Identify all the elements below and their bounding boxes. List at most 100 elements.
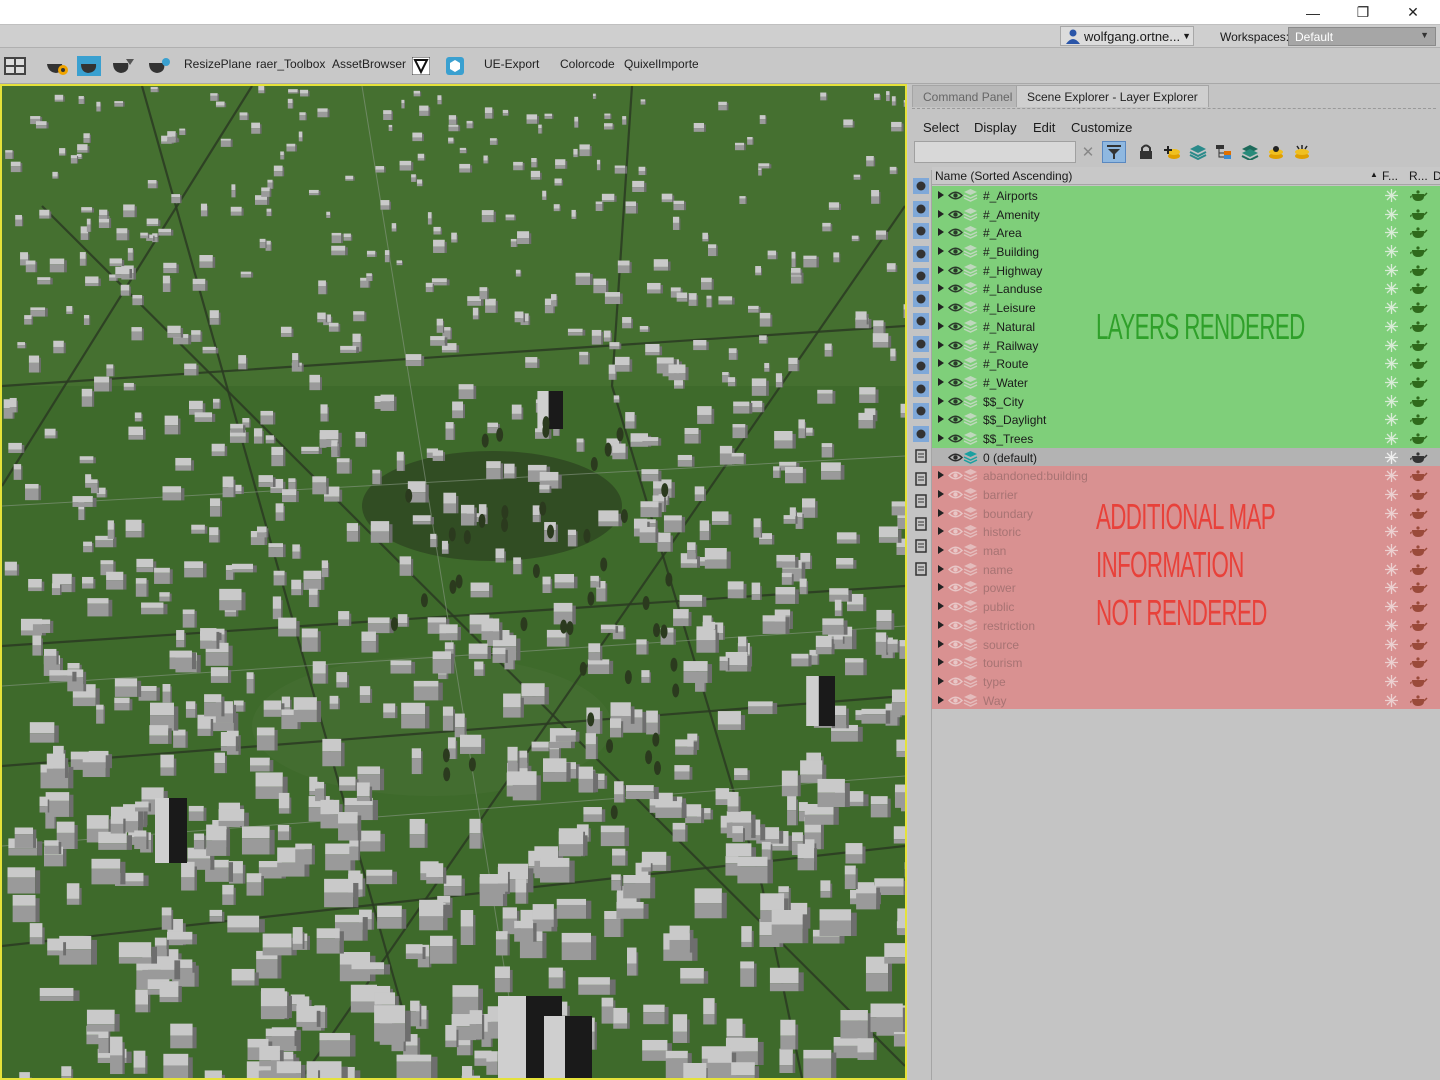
spacewarp-filter-icon[interactable] bbox=[913, 290, 929, 307]
column-display-header[interactable]: D bbox=[1433, 169, 1440, 183]
render-production-icon[interactable] bbox=[110, 54, 136, 78]
layer-name[interactable]: #_Highway bbox=[983, 264, 1042, 278]
layer-name[interactable]: #_Area bbox=[983, 226, 1022, 240]
expand-icon[interactable] bbox=[938, 508, 944, 517]
layer-row[interactable]: #_Water bbox=[932, 372, 1440, 392]
freeze-icon[interactable] bbox=[1385, 301, 1398, 315]
menu-customize[interactable]: Customize bbox=[1071, 120, 1132, 135]
expand-icon[interactable] bbox=[938, 284, 944, 293]
visibility-eye-icon[interactable] bbox=[947, 282, 964, 295]
tab-command-panel[interactable]: Command Panel bbox=[912, 85, 1024, 107]
sphere-filter-icon[interactable] bbox=[913, 178, 929, 194]
layer-row[interactable]: $$_Trees bbox=[932, 428, 1440, 448]
column-render-header[interactable]: R... bbox=[1409, 169, 1428, 183]
shape-filter-icon[interactable] bbox=[913, 200, 929, 217]
layer-name[interactable]: Way bbox=[983, 694, 1007, 708]
freeze-icon[interactable] bbox=[1385, 562, 1398, 576]
visibility-eye-icon[interactable] bbox=[947, 600, 964, 613]
render-teapot-icon[interactable] bbox=[1410, 413, 1428, 426]
layer-row[interactable]: source bbox=[932, 634, 1440, 654]
menu-display[interactable]: Display bbox=[974, 120, 1017, 135]
visibility-eye-icon[interactable] bbox=[947, 638, 964, 651]
render-teapot-icon[interactable] bbox=[1410, 563, 1428, 576]
render-teapot-icon[interactable] bbox=[1410, 544, 1428, 557]
render-teapot-icon[interactable] bbox=[1410, 264, 1428, 277]
layer-name[interactable]: 0 (default) bbox=[983, 451, 1037, 465]
resizeplane-button[interactable]: ResizePlane bbox=[184, 57, 251, 71]
menu-edit[interactable]: Edit bbox=[1033, 120, 1055, 135]
expand-icon[interactable] bbox=[938, 321, 944, 330]
expand-icon[interactable] bbox=[938, 340, 944, 349]
layer-name[interactable]: #_Railway bbox=[983, 339, 1038, 353]
layer-name[interactable]: power bbox=[983, 581, 1016, 595]
square-icon[interactable] bbox=[913, 471, 929, 487]
layer-name[interactable]: restriction bbox=[983, 619, 1035, 633]
render-teapot-icon[interactable] bbox=[1410, 451, 1428, 464]
expand-icon[interactable] bbox=[938, 639, 944, 648]
layer-name[interactable]: #_Leisure bbox=[983, 301, 1036, 315]
freeze-icon[interactable] bbox=[1385, 226, 1398, 240]
visibility-eye-icon[interactable] bbox=[947, 619, 964, 632]
expand-icon[interactable] bbox=[938, 433, 944, 442]
layer-name[interactable]: abandoned:building bbox=[983, 469, 1088, 483]
funnel-outline-icon[interactable] bbox=[913, 516, 929, 532]
layer-name[interactable]: #_Water bbox=[983, 376, 1028, 390]
expand-icon[interactable] bbox=[938, 228, 944, 237]
freeze-icon[interactable] bbox=[1385, 581, 1398, 595]
ue-export-button[interactable]: UE-Export bbox=[484, 57, 539, 71]
layer-row[interactable]: #_Highway bbox=[932, 260, 1440, 280]
layer-row[interactable]: #_Amenity bbox=[932, 204, 1440, 224]
render-teapot-icon[interactable] bbox=[1410, 619, 1428, 632]
visibility-eye-icon[interactable] bbox=[947, 395, 964, 408]
layer-row[interactable]: 0 (default) bbox=[932, 447, 1440, 467]
visibility-eye-icon[interactable] bbox=[947, 581, 964, 594]
layer-name[interactable]: man bbox=[983, 544, 1006, 558]
tab-scene-explorer[interactable]: Scene Explorer - Layer Explorer bbox=[1016, 85, 1209, 107]
layer-row[interactable]: #_Landuse bbox=[932, 279, 1440, 299]
expand-icon[interactable] bbox=[938, 658, 944, 667]
workspace-select[interactable]: Default ▼ bbox=[1288, 27, 1436, 46]
freeze-icon[interactable] bbox=[1385, 319, 1398, 333]
freeze-icon[interactable] bbox=[1385, 357, 1398, 371]
visibility-eye-icon[interactable] bbox=[947, 339, 964, 352]
layer-name[interactable]: #_Amenity bbox=[983, 208, 1040, 222]
add-layer-icon[interactable] bbox=[1160, 141, 1184, 163]
assetbrowser-button[interactable]: AssetBrowser bbox=[332, 57, 406, 71]
render-teapot-icon[interactable] bbox=[1410, 638, 1428, 651]
visibility-eye-icon[interactable] bbox=[947, 208, 964, 221]
visibility-eye-icon[interactable] bbox=[947, 189, 964, 202]
visibility-eye-icon[interactable] bbox=[947, 357, 964, 370]
render-teapot-icon[interactable] bbox=[1410, 226, 1428, 239]
render-teapot-icon[interactable] bbox=[1410, 395, 1428, 408]
layer-name[interactable]: #_Natural bbox=[983, 320, 1035, 334]
layer-name[interactable]: #_Route bbox=[983, 357, 1028, 371]
layers-stack-icon[interactable] bbox=[1186, 141, 1210, 163]
layer-row[interactable]: abandoned:building bbox=[932, 466, 1440, 485]
freeze-icon[interactable] bbox=[1385, 431, 1398, 445]
freeze-icon[interactable] bbox=[1385, 207, 1398, 221]
bone-filter-icon[interactable] bbox=[913, 358, 929, 374]
render-teapot-icon[interactable] bbox=[1410, 581, 1428, 594]
visibility-eye-icon[interactable] bbox=[947, 563, 964, 576]
expand-icon[interactable] bbox=[938, 490, 944, 498]
layer-name[interactable]: $$_City bbox=[983, 395, 1024, 409]
expand-icon[interactable] bbox=[938, 191, 944, 199]
camera-filter-icon[interactable] bbox=[913, 245, 929, 262]
layer-row[interactable]: #_Route bbox=[932, 354, 1440, 373]
render-teapot-icon[interactable] bbox=[1410, 320, 1428, 333]
expand-icon[interactable] bbox=[938, 303, 944, 312]
freeze-icon[interactable] bbox=[1385, 656, 1398, 670]
search-input[interactable] bbox=[914, 141, 1076, 163]
render-teapot-icon[interactable] bbox=[1410, 301, 1428, 314]
expand-icon[interactable] bbox=[938, 415, 944, 424]
column-name-header[interactable]: Name (Sorted Ascending) bbox=[935, 169, 1072, 183]
expand-icon[interactable] bbox=[938, 527, 944, 536]
layer-row[interactable]: type bbox=[932, 671, 1440, 691]
expand-icon[interactable] bbox=[938, 209, 944, 218]
visibility-eye-icon[interactable] bbox=[947, 469, 964, 482]
freeze-icon[interactable] bbox=[1385, 263, 1398, 277]
visibility-eye-icon[interactable] bbox=[947, 301, 964, 314]
render-teapot-icon[interactable] bbox=[1410, 694, 1428, 707]
render-setup-icon[interactable] bbox=[44, 54, 70, 78]
freeze-icon[interactable] bbox=[1385, 282, 1398, 296]
